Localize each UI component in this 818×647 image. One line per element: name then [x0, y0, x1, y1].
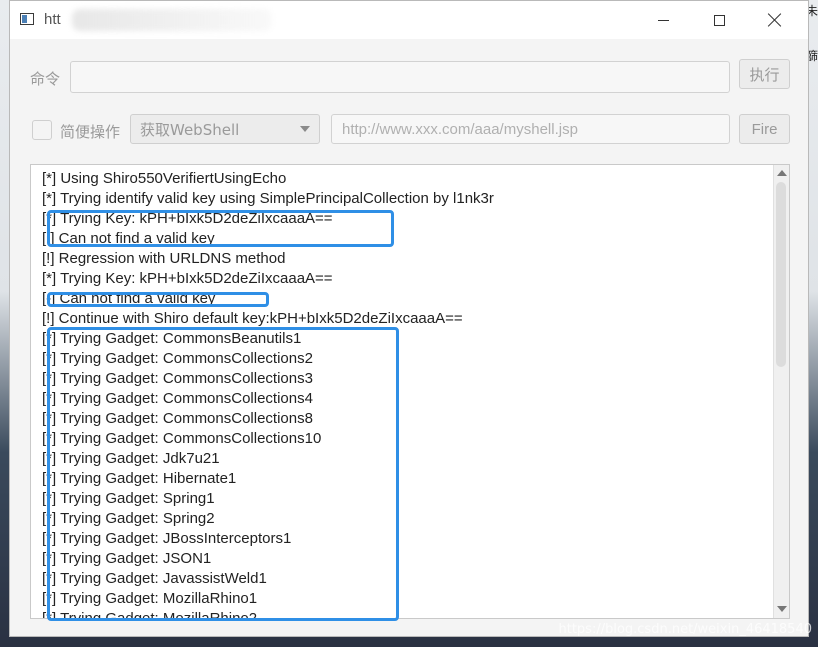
scroll-down-arrow-icon[interactable]: [777, 606, 787, 612]
console-line: [*] Using Shiro550VerifiertUsingEcho: [42, 170, 287, 187]
console-line: [*] Trying identify valid key using Simp…: [42, 190, 494, 207]
mode-select[interactable]: 获取WebShell: [130, 114, 320, 144]
highlight-box-gadgets: [47, 327, 399, 621]
console-line: [*] Trying Key: kPH+bIxk5D2deZiIxcaaaA==: [42, 270, 333, 287]
desktop-side-text: 未 篩: [806, 0, 818, 647]
watermark-text: https://blog.csdn.net/weixin_46418540: [558, 622, 812, 637]
minimize-icon: [657, 19, 669, 21]
maximize-icon: [713, 14, 725, 26]
url-input[interactable]: http://www.xxx.com/aaa/myshell.jsp: [331, 114, 730, 144]
title-bar[interactable]: htt: [10, 1, 808, 39]
app-window-icon: [20, 13, 34, 25]
fire-button[interactable]: Fire: [739, 114, 790, 144]
console-line: [!] Regression with URLDNS method: [42, 250, 286, 267]
command-label: 命令: [30, 70, 61, 88]
close-button[interactable]: [752, 1, 798, 39]
highlight-box-not-found: [47, 292, 269, 307]
scroll-up-arrow-icon[interactable]: [777, 170, 787, 176]
minimize-button[interactable]: [640, 1, 686, 39]
console-line: [!] Continue with Shiro default key:kPH+…: [42, 310, 463, 327]
app-window: htt 命令 执行 简便操作 获取WebShell http://www.xxx…: [9, 0, 809, 637]
chevron-down-icon: [300, 126, 310, 132]
highlight-box-key-check: [47, 210, 394, 247]
console-scrollbar[interactable]: [773, 165, 789, 618]
simple-mode-checkbox[interactable]: [32, 120, 52, 140]
title-redaction-blur: [72, 9, 272, 31]
maximize-button[interactable]: [696, 1, 742, 39]
mode-select-value: 获取WebShell: [140, 120, 240, 139]
scroll-thumb[interactable]: [776, 182, 786, 367]
execute-button[interactable]: 执行: [739, 59, 790, 89]
simple-mode-label: 简便操作: [60, 123, 121, 141]
close-icon: [768, 13, 782, 27]
command-input[interactable]: [70, 61, 730, 93]
window-title: htt: [44, 11, 61, 28]
